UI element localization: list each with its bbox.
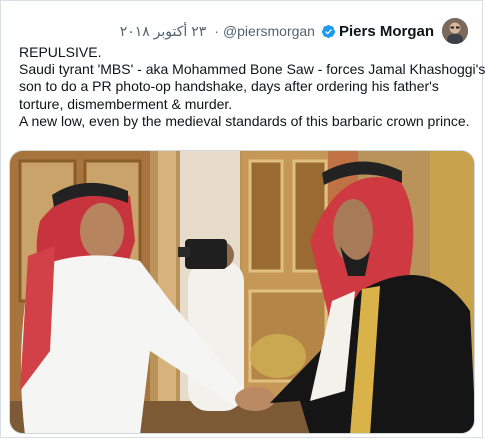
tweet-text-line: torture, dismemberment & murder. — [19, 95, 233, 112]
tweet-date[interactable]: ٢٣ أكتوبر ٢٠١٨ — [120, 23, 207, 40]
separator-dot: · — [214, 23, 219, 39]
verified-badge-icon — [321, 24, 336, 38]
tweet-text: REPULSIVE. Saudi tyrant 'MBS' - aka Moha… — [19, 44, 485, 130]
tweet-text-line: Saudi tyrant 'MBS' - aka Mohammed Bone S… — [19, 61, 485, 78]
tweet-text-line: REPULSIVE. — [19, 44, 102, 60]
author-handle[interactable]: @piersmorgan — [223, 23, 315, 39]
tweet-text-line: son to do a PR photo-op handshake, days … — [19, 78, 439, 95]
tweet-photo[interactable] — [9, 150, 475, 434]
avatar-photo-icon[interactable] — [442, 18, 468, 44]
handshake-photo-image — [10, 151, 474, 433]
tweet-text-line: A new low, even by the medieval standard… — [19, 112, 470, 129]
tweet-card[interactable]: ٢٣ أكتوبر ٢٠١٨ · @piersmorgan Piers Morg… — [0, 0, 485, 438]
tweet-header: ٢٣ أكتوبر ٢٠١٨ · @piersmorgan Piers Morg… — [120, 17, 468, 45]
author-display-name[interactable]: Piers Morgan — [339, 23, 434, 40]
